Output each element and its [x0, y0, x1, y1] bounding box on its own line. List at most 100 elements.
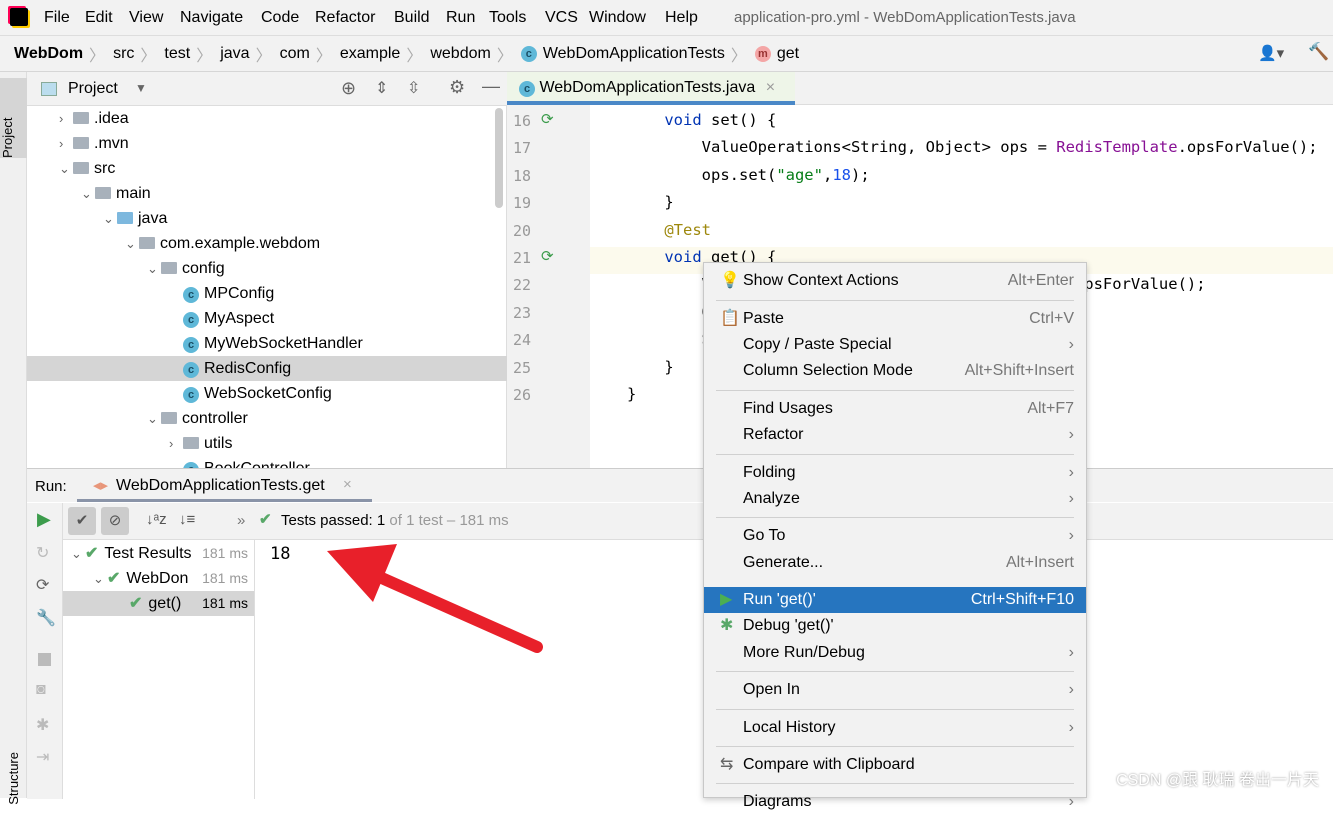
menu-build[interactable]: Build: [394, 9, 430, 27]
tree-item[interactable]: c MyAspect: [27, 306, 507, 331]
code-line[interactable]: }: [627, 358, 673, 376]
menu-navigate[interactable]: Navigate: [180, 9, 243, 27]
show-passed-toggle[interactable]: ✔: [68, 507, 96, 535]
menu-item-run-get[interactable]: ▶ Run 'get()' Ctrl+Shift+F10: [704, 587, 1086, 613]
more-icon[interactable]: »: [237, 512, 245, 529]
menu-item-more-run-debug[interactable]: More Run/Debug ›: [704, 640, 1086, 666]
code-line[interactable]: }: [627, 193, 673, 211]
breadcrumb-item[interactable]: src: [113, 45, 134, 63]
menu-edit[interactable]: Edit: [85, 9, 113, 27]
chevron-right-icon[interactable]: ›: [59, 106, 73, 131]
chevron-down-icon[interactable]: ⌄: [71, 541, 85, 566]
tree-item[interactable]: cBookController: [27, 456, 507, 468]
breadcrumb-item[interactable]: com: [280, 45, 310, 63]
menu-vcs[interactable]: VCS: [545, 9, 578, 27]
toggle-autotest-icon[interactable]: ⟳: [36, 575, 49, 595]
rerun-failed-icon[interactable]: ↻: [36, 543, 49, 563]
structure-tool-button[interactable]: Structure: [6, 752, 21, 805]
chevron-down-icon[interactable]: ⌄: [81, 181, 95, 206]
menu-code[interactable]: Code: [261, 9, 299, 27]
tree-item[interactable]: ⌄ src: [27, 156, 507, 181]
menu-item-show-context-actions[interactable]: 💡 Show Context Actions Alt+Enter: [704, 268, 1086, 294]
close-tab-icon[interactable]: ×: [766, 79, 775, 96]
test-result-item[interactable]: ⌄ ✔ WebDon 181 ms: [63, 566, 254, 591]
breadcrumb-item[interactable]: get: [777, 45, 799, 63]
menu-tools[interactable]: Tools: [489, 9, 526, 27]
sort-duration-icon[interactable]: ↓≡: [179, 511, 195, 528]
tree-item[interactable]: ⌄ config: [27, 256, 507, 281]
menu-item-local-history[interactable]: Local History ›: [704, 715, 1086, 741]
menu-item-copy-paste-special[interactable]: Copy / Paste Special ›: [704, 332, 1086, 358]
tree-item[interactable]: ⌄ java: [27, 206, 507, 231]
tree-item[interactable]: c WebSocketConfig: [27, 381, 507, 406]
menu-file[interactable]: File: [44, 9, 70, 27]
locate-icon[interactable]: ⊕: [341, 78, 356, 99]
chevron-down-icon[interactable]: ⌄: [147, 256, 161, 281]
user-icon[interactable]: 👤▾: [1258, 44, 1284, 62]
hide-icon[interactable]: —: [482, 76, 500, 97]
tree-item[interactable]: ⌄ main: [27, 181, 507, 206]
test-result-item[interactable]: ✔ get() 181 ms: [63, 591, 254, 616]
menu-refactor[interactable]: Refactor: [315, 9, 375, 27]
tree-item[interactable]: › .mvn: [27, 131, 507, 156]
code-line[interactable]: ops.set("age",18);: [627, 166, 870, 184]
breadcrumb-item[interactable]: java: [220, 45, 249, 63]
code-line[interactable]: ValueOperations<String, Object> ops = Re…: [627, 138, 1318, 156]
code-line[interactable]: void set() {: [627, 111, 776, 129]
tree-item[interactable]: c MPConfig: [27, 281, 507, 306]
chevron-down-icon[interactable]: ⌄: [103, 206, 117, 231]
chevron-down-icon[interactable]: ⌄: [147, 406, 161, 431]
camera-icon[interactable]: ◙: [36, 681, 46, 699]
menu-view[interactable]: View: [129, 9, 163, 27]
project-title[interactable]: Project: [68, 80, 118, 98]
export-icon[interactable]: ⇥: [36, 747, 49, 767]
test-result-item[interactable]: ⌄ ✔ Test Results 181 ms: [63, 541, 254, 566]
tree-item[interactable]: c RedisConfig: [27, 356, 507, 381]
menu-item-debug-get[interactable]: ✱ Debug 'get()': [704, 613, 1086, 639]
sort-alpha-icon[interactable]: ↓ᵃz: [146, 511, 167, 528]
dropdown-icon[interactable]: ▼: [135, 81, 147, 95]
menu-item-go-to[interactable]: Go To ›: [704, 523, 1086, 549]
menu-item-generate[interactable]: Generate... Alt+Insert: [704, 550, 1086, 576]
chevron-right-icon[interactable]: ›: [59, 131, 73, 156]
menu-item-analyze[interactable]: Analyze ›: [704, 486, 1086, 512]
chevron-right-icon[interactable]: ›: [169, 431, 183, 456]
wrench-icon[interactable]: 🔧: [36, 608, 56, 628]
editor-tab[interactable]: c WebDomApplicationTests.java ×: [507, 72, 795, 105]
rerun-icon[interactable]: ▶: [37, 509, 51, 530]
menu-item-compare-with-clipboard[interactable]: ⇆ Compare with Clipboard: [704, 752, 1086, 778]
menu-item-open-in[interactable]: Open In ›: [704, 677, 1086, 703]
expand-all-icon[interactable]: ⇕: [375, 78, 388, 98]
show-ignored-toggle[interactable]: ⊘: [101, 507, 129, 535]
menu-help[interactable]: Help: [665, 9, 698, 27]
debug-icon[interactable]: ✱: [36, 715, 49, 735]
menu-item-paste[interactable]: 📋 Paste Ctrl+V: [704, 306, 1086, 332]
gear-icon[interactable]: ⚙: [449, 77, 465, 98]
code-line[interactable]: @Test: [627, 221, 711, 239]
menu-run[interactable]: Run: [446, 9, 475, 27]
breadcrumb-item[interactable]: WebDomApplicationTests: [543, 45, 725, 63]
menu-item-diagrams[interactable]: Diagrams ›: [704, 789, 1086, 815]
tree-item[interactable]: ⌄ com.example.webdom: [27, 231, 507, 256]
breadcrumb-item[interactable]: example: [340, 45, 400, 63]
chevron-down-icon[interactable]: ⌄: [59, 156, 73, 181]
breadcrumb-item[interactable]: webdom: [430, 45, 490, 63]
chevron-down-icon[interactable]: ⌄: [93, 566, 107, 591]
menu-item-folding[interactable]: Folding ›: [704, 460, 1086, 486]
menu-item-column-selection-mode[interactable]: Column Selection Mode Alt+Shift+Insert: [704, 358, 1086, 384]
code-line[interactable]: }: [627, 385, 636, 403]
tree-item[interactable]: c MyWebSocketHandler: [27, 331, 507, 356]
tree-item[interactable]: › utils: [27, 431, 507, 456]
menu-item-refactor[interactable]: Refactor ›: [704, 422, 1086, 448]
project-tool-button[interactable]: Project: [0, 78, 27, 158]
tree-item[interactable]: ⌄ controller: [27, 406, 507, 431]
close-run-tab-icon[interactable]: ×: [343, 476, 352, 493]
build-hammer-icon[interactable]: 🔨: [1308, 42, 1329, 62]
menu-item-find-usages[interactable]: Find Usages Alt+F7: [704, 396, 1086, 422]
breadcrumb-item[interactable]: WebDom: [14, 45, 83, 63]
collapse-all-icon[interactable]: ⇳: [407, 78, 420, 98]
run-tab[interactable]: ◂▸ WebDomApplicationTests.get ×: [77, 469, 372, 502]
breadcrumb-item[interactable]: test: [164, 45, 190, 63]
chevron-down-icon[interactable]: ⌄: [125, 231, 139, 256]
project-scrollbar[interactable]: [495, 108, 503, 208]
